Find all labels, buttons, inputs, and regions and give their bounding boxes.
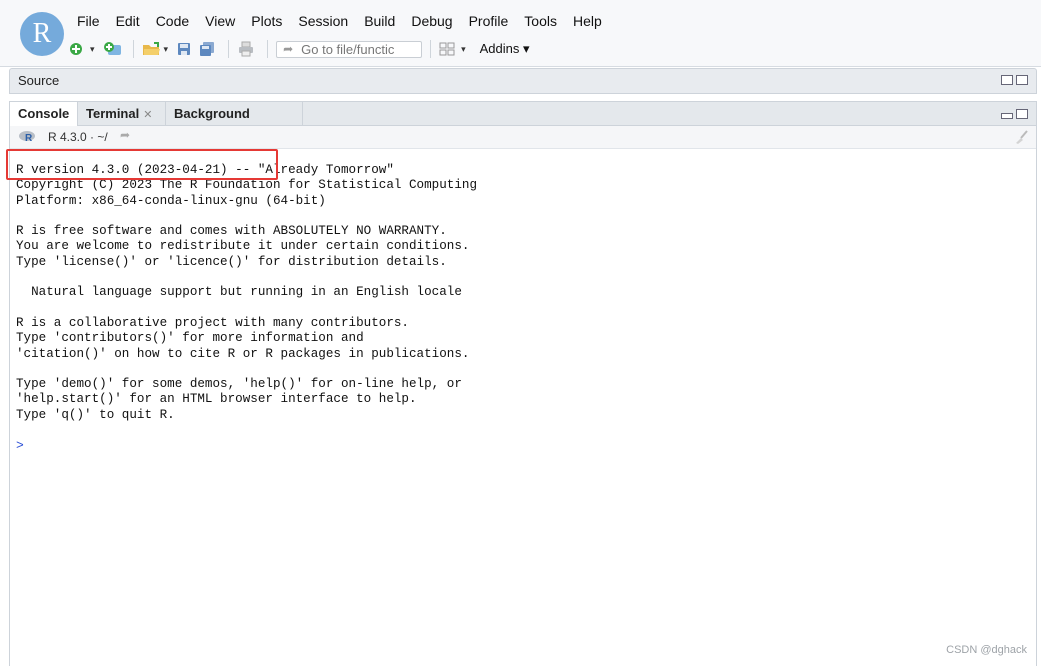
toolbar-divider [267, 40, 269, 58]
new-file-icon[interactable] [68, 41, 86, 57]
console-output-line: R is a collaborative project with many c… [16, 315, 409, 330]
restore-pane-icon[interactable] [1001, 75, 1013, 85]
top-bar: R File Edit Code View Plots Session Buil… [0, 0, 1041, 67]
console-output-line: R is free software and comes with ABSOLU… [16, 224, 447, 239]
console-window-controls [1001, 109, 1028, 119]
save-icon[interactable] [176, 41, 194, 57]
menu-bar: File Edit Code View Plots Session Build … [77, 12, 618, 32]
menu-file[interactable]: File [77, 12, 109, 32]
console-output-line: Natural language support but running in … [16, 285, 462, 300]
console-working-directory[interactable]: R 4.3.0 · ~/ [48, 130, 108, 144]
print-icon[interactable] [237, 41, 255, 57]
open-file-icon[interactable] [142, 41, 160, 57]
menu-build[interactable]: Build [364, 12, 404, 32]
go-to-file-input[interactable]: ➦ Go to file/functic [276, 40, 423, 58]
go-to-file-placeholder: Go to file/functic [301, 41, 395, 57]
addins-button[interactable]: Addins ▾ [480, 41, 530, 57]
source-window-controls [1001, 75, 1028, 85]
watermark: CSDN @dghack [946, 644, 1027, 656]
main-toolbar: ▾ ▾ ➦ Go to file/functic ▾ Addins ▾ [68, 38, 529, 60]
open-file-dropdown-icon[interactable]: ▾ [164, 44, 169, 55]
tab-background-jobs[interactable]: Background Jobs✕ [166, 102, 303, 145]
console-output: R version 4.3.0 (2023-04-21) -- "Already… [16, 163, 477, 423]
minimize-pane-icon[interactable] [1001, 113, 1013, 119]
tab-console-label: Console [18, 106, 70, 121]
console-pane: Console Terminal✕ Background Jobs✕ R R 4… [9, 101, 1037, 666]
toolbar-divider [430, 40, 432, 58]
console-output-line: You are welcome to redistribute it under… [16, 239, 470, 254]
menu-code[interactable]: Code [156, 12, 198, 32]
new-project-icon[interactable] [103, 41, 121, 57]
console-output-line: Type 'license()' or 'licence()' for dist… [16, 254, 447, 269]
grid-layout-icon[interactable] [439, 41, 457, 57]
go-to-arrow-icon: ➦ [283, 42, 294, 56]
tab-terminal[interactable]: Terminal ✕ [78, 102, 166, 126]
menu-edit[interactable]: Edit [116, 12, 149, 32]
menu-help[interactable]: Help [573, 12, 611, 32]
console-output-line: 'help.start()' for an HTML browser inter… [16, 392, 417, 407]
tab-console[interactable]: Console [10, 102, 78, 127]
source-pane: Source [9, 68, 1037, 94]
r-version-icon: R [18, 130, 36, 144]
console-output-line: 'citation()' on how to cite R or R packa… [16, 346, 470, 361]
console-tab-bar: Console Terminal✕ Background Jobs✕ [10, 102, 1036, 145]
toolbar-divider [228, 40, 230, 58]
console-prompt[interactable]: > [16, 438, 24, 453]
go-to-directory-icon[interactable]: ➦ [120, 128, 130, 142]
menu-view[interactable]: View [205, 12, 244, 32]
tab-terminal-label: Terminal [86, 106, 140, 121]
toolbar-divider [132, 40, 134, 58]
menu-debug[interactable]: Debug [411, 12, 461, 32]
console-output-line: Platform: x86_64-conda-linux-gnu (64-bit… [16, 193, 326, 208]
layout-dropdown-icon[interactable]: ▾ [461, 44, 466, 55]
menu-session[interactable]: Session [298, 12, 357, 32]
menu-plots[interactable]: Plots [251, 12, 291, 32]
menu-profile[interactable]: Profile [469, 12, 518, 32]
highlight-annotation-box [6, 149, 278, 180]
console-output-line: Type 'demo()' for some demos, 'help()' f… [16, 377, 462, 392]
close-icon[interactable]: ✕ [143, 109, 152, 121]
restore-pane-icon[interactable] [1016, 109, 1028, 119]
new-file-dropdown-icon[interactable]: ▾ [90, 44, 95, 55]
console-output-line: Copyright (C) 2023 The R Foundation for … [16, 178, 478, 193]
console-path-bar: R R 4.3.0 · ~/ ➦ [10, 126, 1036, 149]
console-output-line: Type 'q()' to quit R. [16, 407, 175, 422]
clear-console-broom-icon[interactable] [1014, 129, 1030, 145]
svg-text:R: R [25, 133, 33, 143]
menu-tools[interactable]: Tools [524, 12, 566, 32]
source-pane-title: Source [18, 73, 60, 88]
save-all-icon[interactable] [198, 41, 216, 57]
maximize-pane-icon[interactable] [1016, 75, 1028, 85]
r-logo-icon: R [20, 12, 64, 56]
console-output-line: Type 'contributors()' for more informati… [16, 331, 364, 346]
